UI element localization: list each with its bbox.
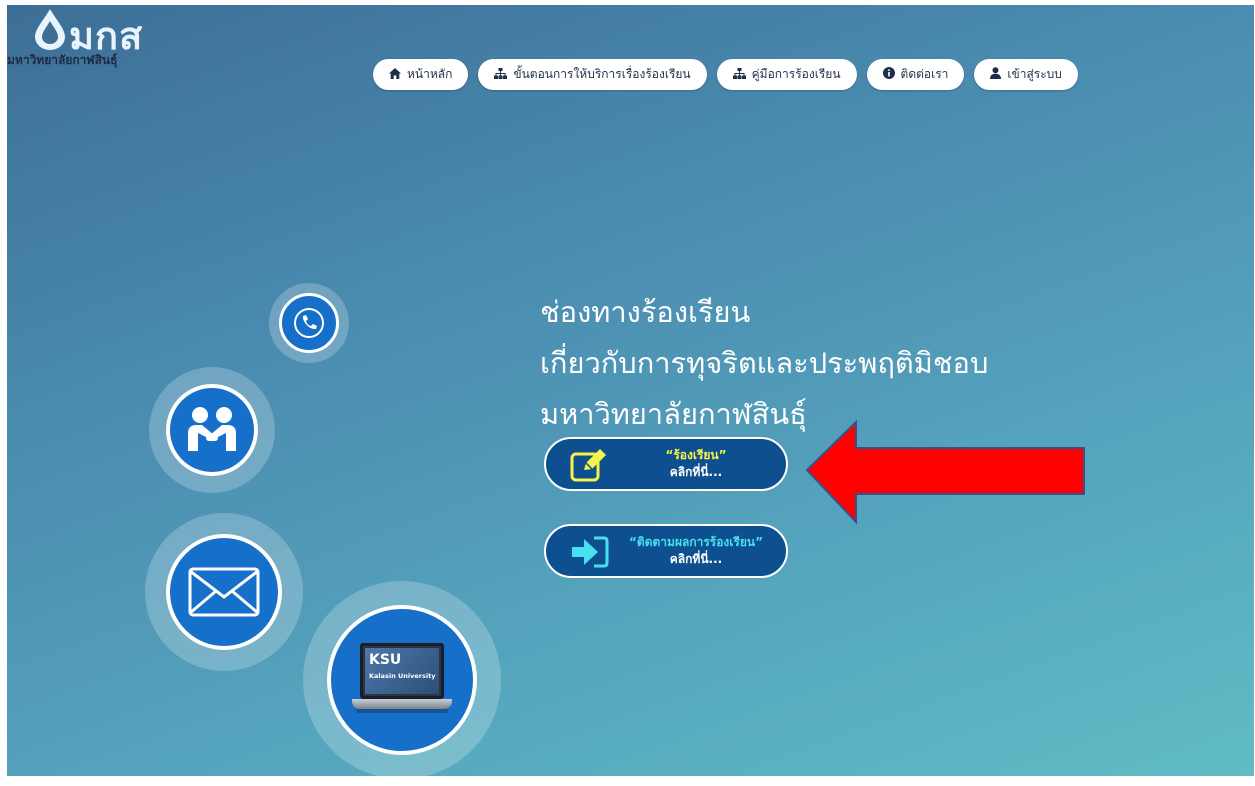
laptop-circle: KSU Kalasin University [303, 581, 501, 776]
nav-login-button[interactable]: เข้าสู่ระบบ [974, 59, 1078, 90]
complain-title: “ร้องเรียน” [665, 448, 727, 462]
info-icon [882, 67, 895, 82]
heading-line-1: ช่องทางร้องเรียน [540, 295, 751, 329]
university-logo[interactable]: มกส มหาวิทยาลัยกาฬสินธุ์ [7, 5, 177, 75]
nav-contact-label: ติดต่อเรา [900, 67, 949, 81]
page-heading: ช่องทางร้องเรียน เกี่ยวกับการทุจริตและปร… [540, 287, 988, 440]
phone-circle [269, 283, 349, 363]
nav-service-steps-label: ขั้นตอนการให้บริการเรื่องร้องเรียน [513, 67, 691, 81]
home-icon [389, 67, 401, 82]
nav-login-label: เข้าสู่ระบบ [1007, 67, 1062, 81]
nav-contact-button[interactable]: ติดต่อเรา [866, 59, 965, 90]
laptop-icon-badge: KSU Kalasin University [327, 605, 477, 755]
mail-icon [188, 567, 260, 617]
heading-line-2: เกี่ยวกับการทุจริตและประพฤติมิชอบ [540, 346, 989, 380]
nav-manual-label: คู่มือการร้องเรียน [751, 67, 841, 81]
laptop-subtitle: Kalasin University [369, 672, 436, 680]
handshake-icon-badge [166, 384, 258, 476]
laptop-title: KSU [369, 652, 402, 668]
handshake-icon [188, 407, 236, 451]
sitemap-icon [732, 67, 746, 82]
laptop-screen: KSU Kalasin University [360, 643, 444, 699]
red-arrow-icon [805, 420, 1085, 525]
handshake-circle [149, 367, 275, 493]
page-frame: มกส มหาวิทยาลัยกาฬสินธุ์ หน้าหลัก ขั้นตอ… [7, 5, 1254, 776]
nav-home-button[interactable]: หน้าหลัก [373, 59, 469, 90]
user-icon [990, 67, 1002, 82]
track-complaint-button[interactable]: “ติดตามผลการร้องเรียน” คลิกที่นี่... [544, 524, 788, 578]
laptop-icon: KSU Kalasin University [352, 643, 452, 717]
sign-in-icon [572, 536, 609, 568]
nav-manual-button[interactable]: คู่มือการร้องเรียน [716, 59, 857, 90]
nav-service-steps-button[interactable]: ขั้นตอนการให้บริการเรื่องร้องเรียน [478, 59, 707, 90]
logo-drop-icon [35, 9, 65, 50]
complain-button[interactable]: “ร้องเรียน” คลิกที่นี่... [544, 437, 788, 491]
complain-cta: คลิกที่นี่... [669, 465, 723, 479]
track-title: “ติดตามผลการร้องเรียน” [629, 535, 763, 549]
phone-icon-badge [279, 293, 339, 353]
logo-subtitle: มหาวิทยาลัยกาฬสินธุ์ [7, 53, 118, 67]
track-cta: คลิกที่นี่... [669, 552, 723, 566]
laptop-base [352, 699, 452, 709]
mail-circle [145, 513, 303, 671]
edit-icon [570, 449, 606, 482]
sitemap-icon [494, 67, 508, 82]
phone-icon [294, 308, 324, 338]
mail-icon-badge [166, 534, 282, 650]
nav-home-label: หน้าหลัก [407, 67, 453, 81]
top-nav: หน้าหลัก ขั้นตอนการให้บริการเรื่องร้องเร… [373, 59, 1078, 90]
